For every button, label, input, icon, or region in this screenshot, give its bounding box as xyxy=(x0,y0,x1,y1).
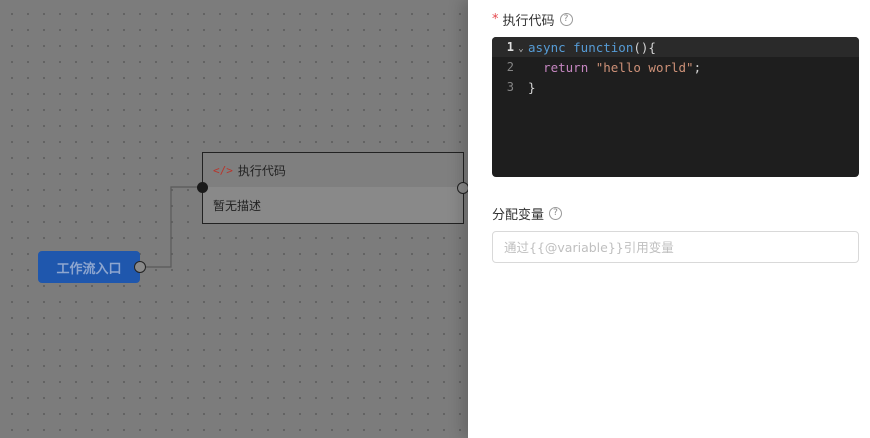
required-mark: * xyxy=(492,12,499,27)
code-line-text: return "hello world"; xyxy=(543,59,702,75)
help-circle-icon[interactable]: ? xyxy=(549,207,563,220)
variable-field-label: 分配变量 ? xyxy=(492,204,563,223)
code-node-title: 执行代码 xyxy=(237,163,286,178)
code-node-header: </> 执行代码 xyxy=(203,153,463,187)
code-execution-node[interactable]: </> 执行代码 暂无描述 xyxy=(202,152,464,224)
code-node-output-port[interactable] xyxy=(457,182,468,194)
help-circle-icon[interactable]: ? xyxy=(559,13,573,26)
variable-input[interactable] xyxy=(492,231,859,263)
code-line[interactable]: 1 ⌄ async function(){ xyxy=(492,37,859,57)
code-tag-icon: </> xyxy=(213,163,233,177)
code-line-text: } xyxy=(528,79,536,95)
code-node-description: 暂无描述 xyxy=(203,187,463,223)
variable-field-label-text: 分配变量 xyxy=(492,208,545,223)
fold-chevron-icon[interactable]: ⌄ xyxy=(514,41,528,54)
code-field-label: * 执行代码 ? xyxy=(492,10,573,29)
code-editor[interactable]: 1 ⌄ async function(){ 2 return "hello wo… xyxy=(492,37,859,177)
code-line[interactable]: 2 return "hello world"; xyxy=(492,57,859,77)
line-number: 2 xyxy=(506,60,514,74)
code-node-description-text: 暂无描述 xyxy=(213,198,262,213)
node-settings-panel: * 执行代码 ? 1 ⌄ async function(){ 2 return … xyxy=(468,0,870,438)
code-node-input-port[interactable] xyxy=(197,182,208,193)
code-line[interactable]: 3 } xyxy=(492,77,859,97)
workflow-canvas[interactable]: 工作流入口 </> 执行代码 暂无描述 xyxy=(0,0,468,438)
entry-node-output-port[interactable] xyxy=(134,261,146,273)
workflow-entry-node[interactable]: 工作流入口 xyxy=(38,251,140,283)
code-line-text: async function(){ xyxy=(528,39,656,55)
line-number: 3 xyxy=(506,80,514,94)
line-number: 1 xyxy=(506,40,514,54)
entry-node-label: 工作流入口 xyxy=(56,261,122,277)
code-field-label-text: 执行代码 xyxy=(502,14,555,29)
